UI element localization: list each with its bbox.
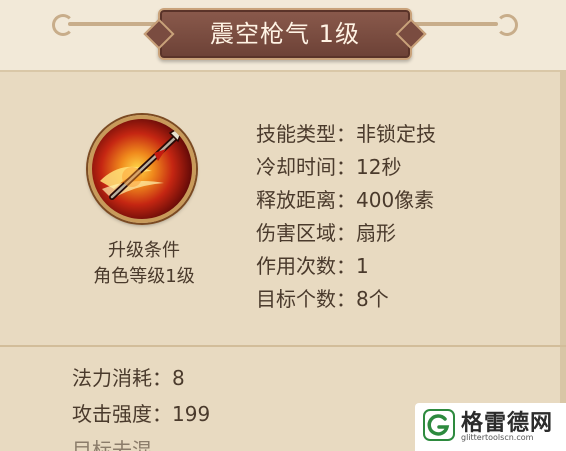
title-ornament-right: [410, 22, 498, 26]
stat-row-target-count: 目标个数：8个: [256, 283, 389, 312]
cost-value: 8: [172, 366, 185, 390]
title-ornament-left: [68, 22, 156, 26]
stat-value: 400像素: [356, 188, 435, 212]
cost-row-mana: 法力消耗：8: [72, 362, 185, 391]
spear-slash-graphic: [100, 123, 186, 200]
cost-row-attack: 攻击强度：199: [72, 398, 210, 427]
cost-row-cutoff: 目标去混: [72, 438, 152, 451]
stat-label: 冷却时间：: [256, 155, 356, 179]
stat-row-skill-type: 技能类型：非锁定技: [256, 118, 436, 147]
cost-label: 攻击强度：: [72, 402, 172, 426]
stat-value: 非锁定技: [356, 122, 436, 146]
stat-value: 1: [356, 254, 369, 278]
stat-label: 目标个数：: [256, 287, 356, 311]
g-logo-icon: [423, 409, 455, 441]
skill-tooltip: 震空枪气 1级 升级条件 角色等级1级 技能类型：非锁定技 冷却时间：12秒 释…: [0, 0, 566, 451]
cost-value: 199: [172, 402, 211, 426]
skill-title: 震空枪气 1级: [210, 20, 360, 48]
stat-row-range: 释放距离：400像素: [256, 184, 434, 213]
stat-value: 12秒: [356, 155, 402, 179]
stat-value: 扇形: [356, 221, 396, 245]
section-divider: [0, 345, 566, 347]
cost-label: 法力消耗：: [72, 366, 172, 390]
stat-label: 作用次数：: [256, 254, 356, 278]
stat-row-hit-count: 作用次数：1: [256, 250, 369, 279]
stat-label: 伤害区域：: [256, 221, 356, 245]
upgrade-condition-label: 升级条件: [108, 240, 180, 261]
watermark-url: glittertoolscn.com: [461, 433, 534, 442]
title-curl-right: [496, 14, 518, 36]
stat-value: 8个: [356, 287, 389, 311]
stat-row-cooldown: 冷却时间：12秒: [256, 151, 401, 180]
stat-label: 技能类型：: [256, 122, 356, 146]
stat-row-damage-area: 伤害区域：扇形: [256, 217, 396, 246]
title-curl-left: [52, 14, 74, 36]
watermark: 格雷德网 glittertoolscn.com: [415, 403, 566, 451]
upgrade-condition-requirement: 角色等级1级: [93, 266, 195, 287]
panel-right-edge: [560, 70, 566, 451]
stat-label: 释放距离：: [256, 188, 356, 212]
spear-slash-icon[interactable]: [88, 115, 196, 223]
title-banner: 震空枪气 1级: [158, 8, 412, 60]
